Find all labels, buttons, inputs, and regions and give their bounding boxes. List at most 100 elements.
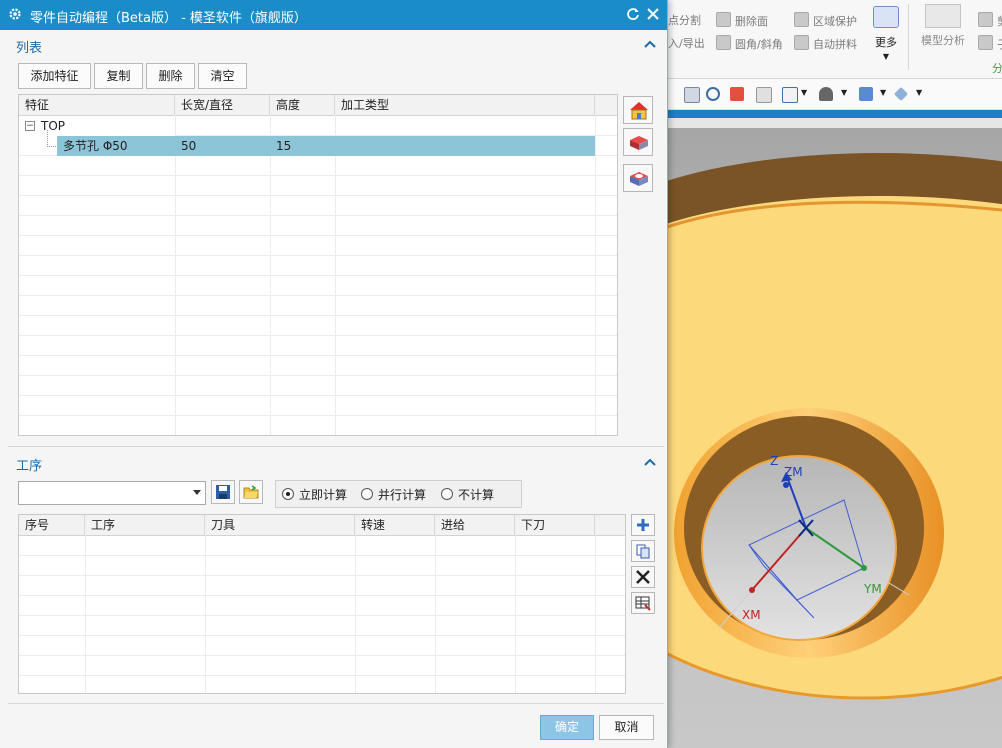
column-header-feed[interactable]: 进给	[435, 515, 515, 535]
plus-icon	[637, 519, 649, 531]
feature-table: 特征 长宽/直径 高度 加工类型 − TOP 多节孔 Φ50 50 15	[18, 94, 618, 436]
ribbon-item-label: 点分割	[668, 14, 701, 27]
column-header-feature[interactable]: 特征	[19, 95, 175, 115]
grid-view-icon[interactable]	[782, 87, 798, 103]
save-icon	[216, 485, 230, 499]
column-header-extra	[595, 95, 617, 115]
cancel-button[interactable]: 取消	[599, 715, 654, 740]
view-strip	[664, 110, 1002, 118]
region-protect-icon	[794, 12, 809, 27]
grid-line	[19, 635, 625, 636]
ribbon-item-auto-nest[interactable]: 自动拼料	[794, 35, 857, 52]
ok-button[interactable]: 确定	[540, 715, 594, 740]
delete-face-icon	[716, 12, 731, 27]
ribbon-item-fillet[interactable]: 圆角/斜角	[716, 35, 783, 52]
radio-dot[interactable]	[441, 488, 453, 500]
ribbon-item-region-protect[interactable]: 区域保护	[794, 12, 857, 29]
tree-collapse-icon[interactable]: −	[25, 121, 35, 131]
column-header-tool[interactable]: 刀具	[205, 515, 355, 535]
add-feature-button[interactable]: 添加特征	[18, 63, 91, 89]
ribbon-item-point-split[interactable]: 点分割	[668, 12, 701, 28]
axis-label-xm: XM	[742, 608, 761, 622]
cube-icon[interactable]	[859, 87, 873, 101]
ribbon-item-import-export[interactable]: 入/导出	[668, 35, 705, 51]
auto-programming-dialog: 零件自动编程（Beta版） - 模圣软件（旗舰版） 列表 添加特征 复制 删除 …	[0, 0, 668, 748]
chevron-down-icon	[193, 490, 201, 495]
ribbon-partial-icon	[978, 35, 993, 50]
block-pocket-button[interactable]	[623, 164, 653, 192]
close-icon[interactable]	[645, 6, 661, 22]
grid-line	[19, 615, 625, 616]
tree-root-row[interactable]: − TOP	[19, 116, 175, 136]
brush-icon[interactable]	[730, 87, 744, 101]
ribbon-item-label: 自动拼料	[813, 38, 857, 51]
axis-label-ym: YM	[864, 582, 882, 596]
axis-label-z: Z	[770, 454, 779, 468]
grid-line	[19, 235, 617, 236]
copy-icon	[636, 544, 650, 559]
clear-button[interactable]: 清空	[198, 63, 247, 89]
grid-line	[19, 595, 625, 596]
chevron-up-icon[interactable]	[644, 458, 656, 466]
chevron-down-icon[interactable]: ▼	[916, 88, 922, 97]
layout-icon[interactable]	[756, 87, 772, 103]
reset-icon[interactable]	[625, 6, 641, 22]
open-folder-button[interactable]	[239, 480, 263, 504]
ribbon-item-partial-1[interactable]: 剪	[978, 12, 1002, 29]
column-header-height[interactable]: 高度	[270, 95, 335, 115]
3d-viewport[interactable]: Z ZM XM YM	[664, 128, 1002, 748]
diamond-icon[interactable]	[893, 86, 909, 102]
radio-dot[interactable]	[361, 488, 373, 500]
ribbon-item-partial-2[interactable]: 子	[978, 35, 1002, 52]
copy-button[interactable]: 复制	[94, 63, 143, 89]
edit-table-button[interactable]	[631, 592, 655, 614]
grid-line	[19, 195, 617, 196]
model-analysis-button[interactable]: 模型分析	[916, 4, 970, 54]
process-template-select[interactable]	[18, 481, 206, 505]
list-section-header[interactable]: 列表	[8, 32, 662, 58]
ribbon-separator	[908, 4, 909, 70]
column-header-size[interactable]: 长宽/直径	[175, 95, 270, 115]
delete-button[interactable]: 删除	[146, 63, 195, 89]
chevron-down-icon[interactable]: ▼	[801, 88, 807, 97]
grid-line	[19, 395, 617, 396]
chevron-down-icon[interactable]: ▼	[841, 88, 847, 97]
refresh-icon[interactable]	[706, 87, 720, 101]
radio-dot-checked[interactable]	[282, 488, 294, 500]
column-header-speed[interactable]: 转速	[355, 515, 435, 535]
shade-icon[interactable]	[819, 87, 833, 101]
dialog-title: 零件自动编程（Beta版） - 模圣软件（旗舰版）	[30, 11, 307, 26]
chevron-down-icon[interactable]: ▼	[880, 88, 886, 97]
ribbon-item-delete-face[interactable]: 删除面	[716, 12, 768, 29]
delete-process-button[interactable]	[631, 566, 655, 588]
column-header-plunge[interactable]: 下刀	[515, 515, 595, 535]
house-button[interactable]	[623, 96, 653, 124]
view-strip-grey	[664, 118, 1002, 128]
footer-divider	[8, 703, 664, 704]
table-cell-height: 15	[276, 139, 292, 153]
dialog-titlebar[interactable]: 零件自动编程（Beta版） - 模圣软件（旗舰版）	[0, 0, 667, 30]
add-process-button[interactable]	[631, 514, 655, 536]
more-button[interactable]: 更多 ▼	[867, 2, 905, 72]
column-header-machining-type[interactable]: 加工类型	[335, 95, 595, 115]
block-button[interactable]	[623, 128, 653, 156]
column-header-process[interactable]: 工序	[85, 515, 205, 535]
grid-line	[19, 415, 617, 416]
grid-line	[85, 535, 86, 693]
column-header-index[interactable]: 序号	[19, 515, 85, 535]
process-table-header: 序号 工序 刀具 转速 进给 下刀	[19, 515, 625, 536]
auto-nest-icon	[794, 35, 809, 50]
save-button[interactable]	[211, 480, 235, 504]
copy-process-button[interactable]	[631, 540, 655, 562]
block-pocket-icon	[630, 172, 648, 186]
model-analysis-icon	[925, 4, 961, 28]
chevron-up-icon[interactable]	[644, 40, 656, 48]
block-icon	[630, 136, 648, 150]
delete-x-icon	[636, 570, 650, 584]
grid-line	[19, 275, 617, 276]
fillet-icon	[716, 35, 731, 50]
process-section-header[interactable]: 工序	[8, 450, 662, 476]
radio-label: 不计算	[458, 488, 495, 502]
camera-icon[interactable]	[684, 87, 700, 103]
column-header-extra	[595, 515, 625, 535]
